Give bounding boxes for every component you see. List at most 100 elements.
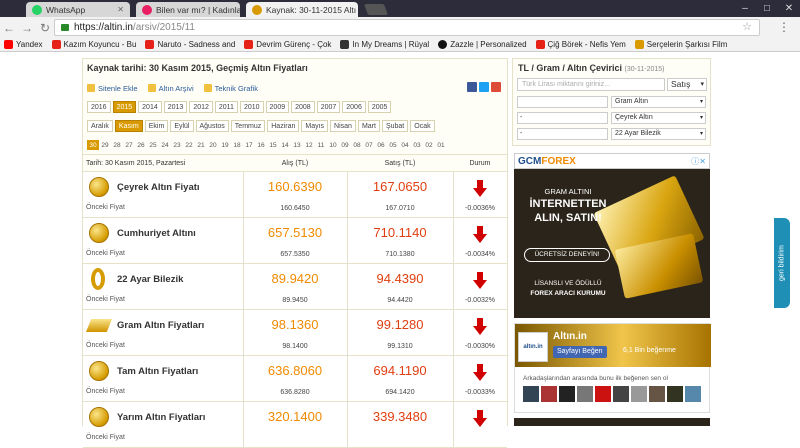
day-item[interactable]: 13 (291, 140, 303, 150)
day-item[interactable]: 09 (339, 140, 351, 150)
avatar[interactable] (649, 386, 665, 402)
mode-select[interactable]: Satış (667, 78, 707, 91)
month-item[interactable]: Şubat (381, 120, 409, 132)
day-item[interactable]: 10 (327, 140, 339, 150)
month-item[interactable]: Mayıs (301, 120, 329, 132)
month-item[interactable]: Ağustos (195, 120, 229, 132)
day-item[interactable]: 26 (135, 140, 147, 150)
item-name-link[interactable]: Tam Altın Fiyatları (117, 366, 198, 377)
google-plus-icon[interactable] (491, 82, 501, 92)
item-name-link[interactable]: Cumhuriyet Altını (117, 228, 196, 239)
month-item[interactable]: Temmuz (230, 120, 266, 132)
twitter-icon[interactable] (479, 82, 489, 92)
year-2013[interactable]: 2013 (163, 101, 188, 113)
gcm-forex-ad[interactable]: GCMFOREX ⓘ✕ GRAM ALTINI İNTERNETTEN ALIN… (514, 153, 710, 318)
year-2012[interactable]: 2012 (189, 101, 213, 113)
item-name-link[interactable]: Yarım Altın Fiyatları (117, 412, 205, 423)
bookmark-item[interactable]: Serçelerin Şarkısı Film (634, 40, 727, 49)
altin-logo[interactable]: altın.in (518, 332, 548, 362)
month-item[interactable]: Kasım (114, 120, 143, 132)
bookmark-item[interactable]: Devrim Gürenç - Çok (244, 40, 331, 49)
avatar[interactable] (685, 386, 701, 402)
chart-link[interactable]: Teknik Grafik (203, 84, 258, 93)
day-item[interactable]: 03 (411, 140, 423, 150)
day-item[interactable]: 15 (267, 140, 279, 150)
day-item[interactable]: 12 (303, 140, 315, 150)
converter-select[interactable]: Gram Altın (611, 96, 706, 108)
new-tab-button[interactable] (363, 4, 389, 15)
year-2006[interactable]: 2006 (342, 101, 366, 113)
facebook-icon[interactable] (467, 82, 477, 92)
avatar[interactable] (523, 386, 539, 402)
archive-link[interactable]: Altın Arşivi (147, 84, 194, 93)
menu-icon[interactable]: ⋮ (778, 20, 790, 34)
reload-icon[interactable]: ↻ (36, 21, 54, 35)
month-item[interactable]: Aralık (87, 120, 113, 132)
year-2010[interactable]: 2010 (239, 101, 264, 113)
year-2007[interactable]: 2007 (316, 101, 341, 113)
close-icon[interactable]: ✕ (113, 5, 124, 14)
year-2016[interactable]: 2016 (87, 101, 111, 113)
avatar[interactable] (577, 386, 593, 402)
day-item[interactable]: 08 (351, 140, 363, 150)
adchoices-icon[interactable]: ⓘ✕ (691, 156, 706, 167)
day-item[interactable]: 21 (195, 140, 207, 150)
bookmark-item[interactable]: In My Dreams | Rüyal (340, 40, 429, 49)
item-name-link[interactable]: Gram Altın Fiyatları (117, 320, 204, 331)
day-item[interactable]: 18 (231, 140, 243, 150)
day-item[interactable]: 22 (183, 140, 195, 150)
converter-value[interactable]: - (517, 128, 608, 140)
maximize-button[interactable]: □ (756, 0, 778, 17)
day-item[interactable]: 28 (111, 140, 123, 150)
bookmark-item[interactable]: Naruto - Sadness and (145, 40, 235, 49)
avatar[interactable] (541, 386, 557, 402)
day-item[interactable]: 14 (279, 140, 291, 150)
day-item[interactable]: 23 (171, 140, 183, 150)
back-icon[interactable]: ← (0, 21, 18, 35)
avatar[interactable] (667, 386, 683, 402)
facebook-like-button[interactable]: Sayfayı Beğen (553, 346, 607, 358)
close-window-button[interactable]: ✕ (778, 0, 800, 17)
item-name-link[interactable]: 22 Ayar Bilezik (117, 274, 183, 285)
converter-value[interactable]: - (517, 112, 608, 124)
close-icon[interactable]: ✕ (356, 5, 358, 14)
day-item[interactable]: 01 (435, 140, 447, 150)
address-bar[interactable]: https://altin.in/arsiv/2015/11 (54, 19, 760, 36)
gcm-forex-ad-2[interactable] (514, 418, 710, 426)
month-item[interactable]: Mart (357, 120, 380, 132)
minimize-button[interactable]: – (734, 0, 756, 17)
day-item[interactable]: 25 (147, 140, 159, 150)
converter-select[interactable]: 22 Ayar Bilezik (611, 128, 706, 140)
day-item[interactable]: 20 (207, 140, 219, 150)
day-item[interactable]: 07 (363, 140, 375, 150)
year-2011[interactable]: 2011 (214, 101, 238, 113)
year-2005[interactable]: 2005 (367, 101, 392, 113)
day-item[interactable]: 24 (159, 140, 171, 150)
avatar[interactable] (595, 386, 611, 402)
tab-kadinlar[interactable]: Bilen var mı? | Kadınlar K ✕ (136, 2, 240, 17)
bookmark-item[interactable]: Zazzle | Personalized (438, 40, 527, 49)
tab-whatsapp[interactable]: WhatsApp ✕ (26, 2, 130, 17)
year-2015[interactable]: 2015 (112, 101, 137, 113)
converter-value[interactable] (517, 96, 608, 108)
day-item[interactable]: 27 (123, 140, 135, 150)
day-item[interactable]: 30 (87, 140, 99, 150)
tab-altin[interactable]: Kaynak: 30-11-2015 Altı ✕ (246, 2, 358, 17)
bookmark-item[interactable]: Kazım Koyuncu - Bu (51, 40, 136, 49)
bookmark-star-icon[interactable]: ☆ (742, 20, 752, 33)
day-item[interactable]: 05 (387, 140, 399, 150)
ad-cta-button[interactable]: ÜCRETSİZ DENEYİN! (524, 248, 610, 262)
year-2009[interactable]: 2009 (265, 101, 290, 113)
bookmark-item[interactable]: Çiğ Börek - Nefis Yem (535, 40, 626, 49)
feedback-tab[interactable]: geri bildirim (774, 218, 790, 308)
day-item[interactable]: 17 (243, 140, 255, 150)
month-item[interactable]: Haziran (267, 120, 300, 132)
forward-icon[interactable]: → (18, 21, 36, 35)
year-2014[interactable]: 2014 (138, 101, 162, 113)
day-item[interactable]: 19 (219, 140, 231, 150)
month-item[interactable]: Ocak (410, 120, 435, 132)
month-item[interactable]: Nisan (330, 120, 356, 132)
add-to-site-link[interactable]: Sitenle Ekle (87, 84, 138, 93)
day-item[interactable]: 11 (315, 140, 327, 150)
month-item[interactable]: Ekim (144, 120, 169, 132)
